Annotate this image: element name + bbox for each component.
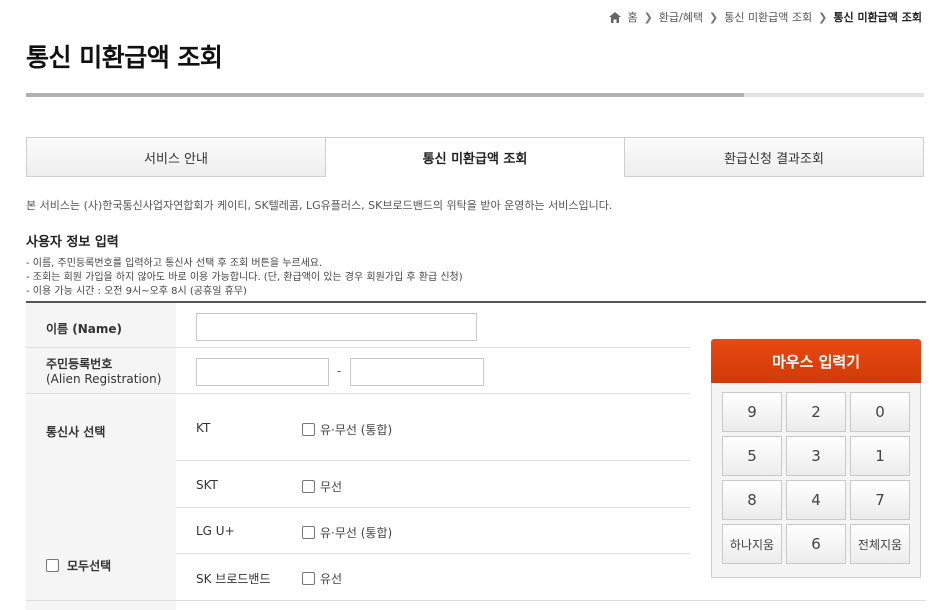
- checkbox-skb[interactable]: [302, 572, 315, 585]
- breadcrumb: 홈 ❯ 환급/혜택 ❯ 통신 미환급액 조회 ❯ 통신 미환급액 조회: [609, 9, 922, 25]
- carrier-name-lgu: LG U+: [196, 524, 235, 538]
- carrier-option-lgu[interactable]: 유·무선 (통합): [302, 524, 392, 541]
- page-title: 통신 미환급액 조회: [26, 43, 223, 72]
- instruction-notes: - 이름, 주민등록번호를 입력하고 통신사 선택 후 조회 버튼을 누르세요.…: [26, 257, 463, 299]
- keypad-clear-button[interactable]: 전체지움: [850, 524, 910, 564]
- carrier-name-skt: SKT: [196, 478, 218, 492]
- id-label: 주민등록번호 (Alien Registration): [46, 355, 161, 386]
- section-title: 사용자 정보 입력: [26, 235, 119, 250]
- checkbox-lgu[interactable]: [302, 526, 315, 539]
- row-divider: [26, 347, 690, 348]
- progress-fill: [26, 93, 745, 97]
- carrier-name-skb: SK 브로드밴드: [196, 572, 271, 586]
- id-label-text: 주민등록번호: [46, 357, 113, 371]
- progress-bar: [26, 93, 924, 97]
- keypad-key[interactable]: 4: [786, 480, 846, 520]
- carrier-option-label: 유·무선 (통합): [320, 423, 393, 437]
- carrier-option-kt[interactable]: 유·무선 (통합): [302, 421, 392, 438]
- chevron-right-icon: ❯: [708, 10, 719, 24]
- select-all-label: 모두선택: [67, 559, 112, 573]
- name-input[interactable]: [196, 313, 477, 341]
- keypad-title: 마우스 입력기: [711, 339, 921, 383]
- breadcrumb-current: 통신 미환급액 조회: [833, 11, 922, 24]
- row-divider: [176, 553, 690, 554]
- keypad-key[interactable]: 9: [722, 392, 782, 432]
- carrier-option-label: 유선: [320, 572, 343, 586]
- carrier-option-skt[interactable]: 무선: [302, 478, 342, 495]
- id-label-sub: (Alien Registration): [46, 372, 162, 386]
- keypad-backspace-button[interactable]: 하나지움: [722, 524, 782, 564]
- keypad-key[interactable]: 5: [722, 436, 782, 476]
- keypad-key[interactable]: 0: [850, 392, 910, 432]
- tab-service-info[interactable]: 서비스 안내: [26, 137, 326, 177]
- keypad-key[interactable]: 1: [850, 436, 910, 476]
- id-dash: -: [337, 364, 342, 378]
- select-all[interactable]: 모두선택: [46, 557, 111, 574]
- tab-bar: 서비스 안내 통신 미환급액 조회 환급신청 결과조회: [26, 137, 924, 177]
- chevron-right-icon: ❯: [643, 10, 653, 24]
- checkbox-skt[interactable]: [302, 480, 315, 493]
- keypad-key[interactable]: 3: [786, 436, 846, 476]
- carrier-name-kt: KT: [196, 421, 211, 435]
- tab-refund-result[interactable]: 환급신청 결과조회: [625, 137, 924, 177]
- note-line: - 이름, 주민등록번호를 입력하고 통신사 선택 후 조회 버튼을 누르세요.: [26, 258, 323, 269]
- note-line: - 조회는 회원 가입을 하지 않아도 바로 이용 가능합니다. (단, 환급액…: [26, 272, 463, 283]
- breadcrumb-home[interactable]: 홈: [627, 9, 637, 25]
- tab-refund-lookup[interactable]: 통신 미환급액 조회: [326, 137, 625, 177]
- row-divider: [176, 460, 690, 461]
- service-description: 본 서비스는 (사)한국통신사업자연합회가 케이티, SK텔레콤, LG유플러스…: [26, 199, 613, 212]
- keypad-key[interactable]: 7: [850, 480, 910, 520]
- carrier-option-label: 유·무선 (통합): [320, 526, 393, 540]
- id-front-input[interactable]: [196, 358, 329, 386]
- keypad-key[interactable]: 8: [722, 480, 782, 520]
- note-line: - 이용 가능 시간 : 오전 9시~오후 8시 (공휴일 휴무): [26, 286, 247, 297]
- name-label: 이름 (Name): [46, 322, 123, 336]
- carrier-option-label: 무선: [320, 480, 343, 494]
- breadcrumb-level1[interactable]: 환급/혜택: [659, 9, 703, 25]
- home-icon[interactable]: [609, 11, 622, 23]
- checkbox-kt[interactable]: [302, 423, 315, 436]
- id-back-input[interactable]: [350, 358, 484, 386]
- keypad-key[interactable]: 2: [786, 392, 846, 432]
- keypad-key[interactable]: 6: [786, 524, 846, 564]
- mouse-keypad: 9 2 0 5 3 1 8 4 7 하나지움 6 전체지움: [711, 383, 921, 578]
- carrier-option-skb[interactable]: 유선: [302, 570, 342, 587]
- checkbox-select-all[interactable]: [46, 559, 59, 572]
- row-divider: [26, 600, 926, 601]
- row-divider: [26, 393, 690, 394]
- carrier-label: 통신사 선택: [46, 425, 106, 439]
- chevron-right-icon: ❯: [818, 10, 828, 24]
- row-divider: [176, 507, 690, 508]
- breadcrumb-level2[interactable]: 통신 미환급액 조회: [724, 9, 812, 25]
